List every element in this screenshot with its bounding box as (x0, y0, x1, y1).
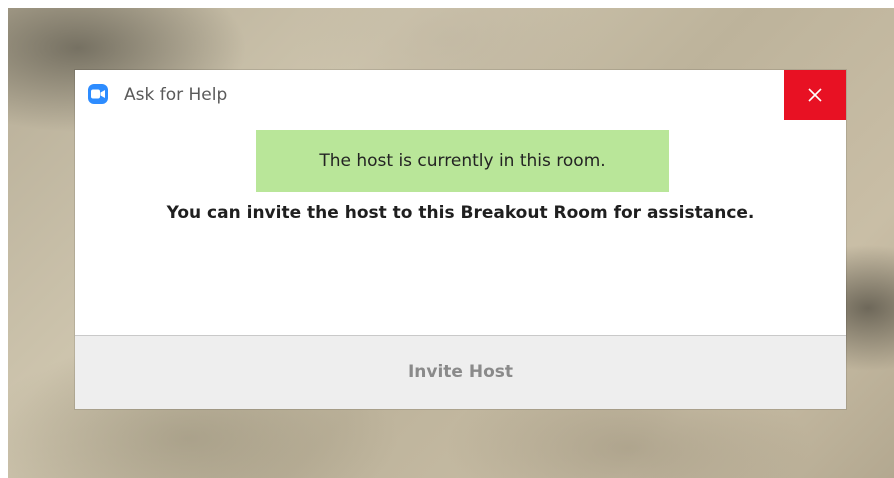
close-icon (808, 88, 822, 102)
host-status-text: The host is currently in this room. (319, 151, 606, 171)
host-status-banner: The host is currently in this room. (256, 130, 669, 192)
dialog-title: Ask for Help (124, 85, 228, 105)
zoom-camera-icon (88, 84, 108, 104)
ask-for-help-dialog: Ask for Help The host is currently in th… (75, 70, 846, 409)
dialog-footer: Invite Host (75, 335, 846, 409)
dialog-titlebar[interactable]: Ask for Help (75, 70, 846, 120)
invite-host-button[interactable]: Invite Host (75, 336, 846, 409)
close-button[interactable] (784, 70, 846, 120)
invite-host-message: You can invite the host to this Breakout… (166, 203, 755, 223)
